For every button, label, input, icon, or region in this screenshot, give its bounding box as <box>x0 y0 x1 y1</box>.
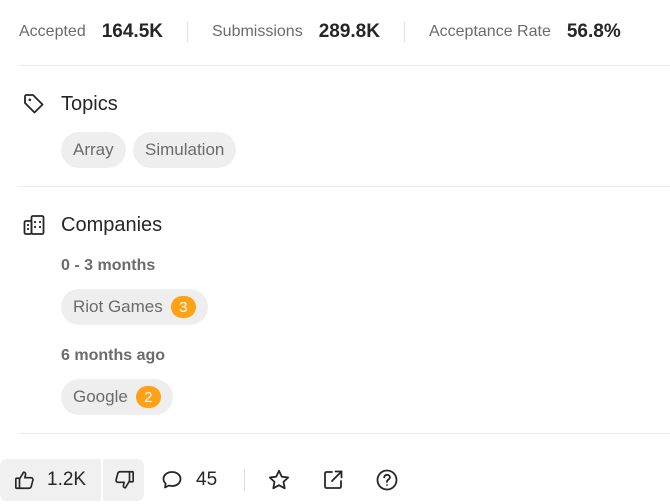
share-button[interactable] <box>321 459 345 501</box>
company-group-label: 0 - 3 months <box>61 257 156 274</box>
upvote-button[interactable]: 1.2K <box>0 459 101 501</box>
divider <box>18 186 670 187</box>
comments-button[interactable]: 45 <box>160 459 217 501</box>
stat-value: 164.5K <box>101 21 163 42</box>
topics-header[interactable]: Topics <box>22 90 118 118</box>
topic-tag-label: Simulation <box>145 140 225 159</box>
companies-header[interactable]: Companies <box>22 211 162 239</box>
stat-value: 56.8% <box>566 21 621 42</box>
stat-label: Acceptance Rate <box>428 23 551 40</box>
help-button[interactable] <box>375 459 399 501</box>
tag-icon <box>22 92 46 116</box>
topic-tag-array[interactable]: Array <box>61 132 126 168</box>
stat-label: Accepted <box>19 23 86 40</box>
stat-submissions: Submissions 289.8K <box>212 21 380 43</box>
divider <box>18 65 670 66</box>
divider <box>18 433 670 434</box>
like-count: 1.2K <box>47 469 87 490</box>
company-tag-google[interactable]: Google 2 <box>61 379 173 415</box>
stat-divider <box>187 22 188 42</box>
comment-count: 45 <box>196 469 218 490</box>
stat-acceptance-rate: Acceptance Rate 56.8% <box>429 21 621 43</box>
section-title: Companies <box>61 213 163 236</box>
topic-tag-label: Array <box>73 140 114 159</box>
star-icon <box>267 468 291 492</box>
share-icon <box>321 468 345 492</box>
downvote-button[interactable] <box>103 459 144 501</box>
company-tag-riot-games[interactable]: Riot Games 3 <box>61 289 208 325</box>
company-group-label: 6 months ago <box>61 347 166 364</box>
vote-group: 1.2K <box>0 459 144 501</box>
thumbs-up-icon <box>14 469 36 491</box>
action-bar: 1.2K 45 <box>0 459 670 501</box>
company-name: Riot Games <box>73 297 163 316</box>
toolbar-divider <box>244 469 245 491</box>
section-title: Topics <box>61 92 118 115</box>
company-count-badge: 3 <box>170 296 196 318</box>
stats-bar: Accepted 164.5K Submissions 289.8K Accep… <box>19 0 670 64</box>
company-name: Google <box>73 387 128 406</box>
help-icon <box>375 468 399 492</box>
comment-icon <box>160 468 184 492</box>
stat-label: Submissions <box>212 23 303 40</box>
favorite-button[interactable] <box>267 459 291 501</box>
topic-tag-simulation[interactable]: Simulation <box>133 132 237 168</box>
company-count-badge: 2 <box>135 386 161 408</box>
thumbs-down-icon <box>113 469 135 491</box>
stat-accepted: Accepted 164.5K <box>19 21 163 43</box>
building-icon <box>22 213 46 237</box>
stat-divider <box>403 22 405 42</box>
stat-value: 289.8K <box>318 21 380 42</box>
